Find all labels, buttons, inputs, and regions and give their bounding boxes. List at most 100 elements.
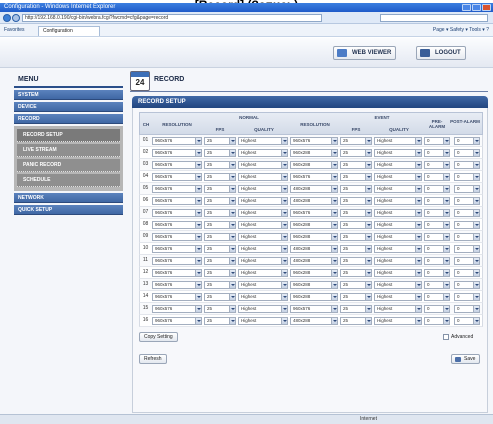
chevron-down-icon[interactable] — [229, 318, 235, 324]
e-fps-select[interactable]: 25 — [340, 293, 372, 301]
post-select[interactable]: 0 — [454, 245, 480, 253]
chevron-down-icon[interactable] — [443, 162, 449, 168]
chevron-down-icon[interactable] — [443, 282, 449, 288]
chevron-down-icon[interactable] — [365, 318, 371, 324]
chevron-down-icon[interactable] — [415, 150, 421, 156]
n-res-select[interactable]: 960x576 — [152, 257, 202, 265]
favorites-button[interactable]: Favorites — [4, 27, 25, 34]
n-q-select[interactable]: Highest — [238, 197, 288, 205]
chevron-down-icon[interactable] — [281, 174, 287, 180]
pre-select[interactable]: 0 — [424, 233, 450, 241]
n-fps-select[interactable]: 25 — [204, 149, 236, 157]
n-q-select[interactable]: Highest — [238, 305, 288, 313]
chevron-down-icon[interactable] — [365, 138, 371, 144]
n-q-select[interactable]: Highest — [238, 221, 288, 229]
chevron-down-icon[interactable] — [229, 306, 235, 312]
n-res-select[interactable]: 960x576 — [152, 137, 202, 145]
chevron-down-icon[interactable] — [443, 222, 449, 228]
chevron-down-icon[interactable] — [331, 186, 337, 192]
n-res-select[interactable]: 960x576 — [152, 269, 202, 277]
pre-select[interactable]: 0 — [424, 173, 450, 181]
n-res-select[interactable]: 960x576 — [152, 245, 202, 253]
n-res-select[interactable]: 960x576 — [152, 197, 202, 205]
chevron-down-icon[interactable] — [443, 150, 449, 156]
chevron-down-icon[interactable] — [229, 174, 235, 180]
pre-select[interactable]: 0 — [424, 269, 450, 277]
e-q-select[interactable]: Highest — [374, 149, 422, 157]
e-fps-select[interactable]: 25 — [340, 173, 372, 181]
n-res-select[interactable]: 960x576 — [152, 149, 202, 157]
post-select[interactable]: 0 — [454, 293, 480, 301]
chevron-down-icon[interactable] — [229, 282, 235, 288]
sidebar-item-quick-setup[interactable]: QUICK SETUP — [14, 205, 123, 215]
e-res-select[interactable]: 480x288 — [290, 185, 338, 193]
chevron-down-icon[interactable] — [195, 222, 201, 228]
e-fps-select[interactable]: 25 — [340, 209, 372, 217]
chevron-down-icon[interactable] — [195, 186, 201, 192]
chevron-down-icon[interactable] — [365, 222, 371, 228]
chevron-down-icon[interactable] — [415, 174, 421, 180]
chevron-down-icon[interactable] — [365, 294, 371, 300]
chevron-down-icon[interactable] — [229, 222, 235, 228]
chevron-down-icon[interactable] — [415, 162, 421, 168]
e-fps-select[interactable]: 25 — [340, 305, 372, 313]
chevron-down-icon[interactable] — [229, 198, 235, 204]
n-res-select[interactable]: 960x576 — [152, 173, 202, 181]
post-select[interactable]: 0 — [454, 221, 480, 229]
n-res-select[interactable]: 960x576 — [152, 221, 202, 229]
chevron-down-icon[interactable] — [443, 306, 449, 312]
sidebar-item-network[interactable]: NETWORK — [14, 193, 123, 203]
n-fps-select[interactable]: 25 — [204, 245, 236, 253]
chevron-down-icon[interactable] — [281, 138, 287, 144]
chevron-down-icon[interactable] — [473, 270, 479, 276]
search-input[interactable] — [380, 14, 488, 22]
n-fps-select[interactable]: 25 — [204, 197, 236, 205]
chevron-down-icon[interactable] — [331, 234, 337, 240]
sidebar-item-device[interactable]: DEVICE — [14, 102, 123, 112]
chevron-down-icon[interactable] — [415, 210, 421, 216]
n-fps-select[interactable]: 25 — [204, 161, 236, 169]
post-select[interactable]: 0 — [454, 281, 480, 289]
e-q-select[interactable]: Highest — [374, 317, 422, 325]
e-q-select[interactable]: Highest — [374, 173, 422, 181]
chevron-down-icon[interactable] — [443, 186, 449, 192]
chevron-down-icon[interactable] — [281, 270, 287, 276]
copy-setting-button[interactable]: Copy Setting — [139, 332, 178, 342]
chevron-down-icon[interactable] — [281, 198, 287, 204]
pre-select[interactable]: 0 — [424, 209, 450, 217]
n-q-select[interactable]: Highest — [238, 233, 288, 241]
e-res-select[interactable]: 480x288 — [290, 245, 338, 253]
e-q-select[interactable]: Highest — [374, 221, 422, 229]
e-res-select[interactable]: 960x288 — [290, 269, 338, 277]
chevron-down-icon[interactable] — [331, 258, 337, 264]
e-q-select[interactable]: Highest — [374, 245, 422, 253]
sidebar-item-record-setup[interactable]: RECORD SETUP — [17, 129, 120, 142]
n-res-select[interactable]: 960x576 — [152, 209, 202, 217]
chevron-down-icon[interactable] — [195, 150, 201, 156]
pre-select[interactable]: 0 — [424, 161, 450, 169]
advanced-checkbox[interactable] — [443, 334, 449, 340]
e-q-select[interactable]: Highest — [374, 209, 422, 217]
chevron-down-icon[interactable] — [229, 234, 235, 240]
n-q-select[interactable]: Highest — [238, 137, 288, 145]
pre-select[interactable]: 0 — [424, 137, 450, 145]
chevron-down-icon[interactable] — [331, 174, 337, 180]
chevron-down-icon[interactable] — [365, 246, 371, 252]
post-select[interactable]: 0 — [454, 317, 480, 325]
e-res-select[interactable]: 960x576 — [290, 209, 338, 217]
e-q-select[interactable]: Highest — [374, 197, 422, 205]
chevron-down-icon[interactable] — [365, 198, 371, 204]
n-fps-select[interactable]: 25 — [204, 305, 236, 313]
chevron-down-icon[interactable] — [195, 138, 201, 144]
n-q-select[interactable]: Highest — [238, 185, 288, 193]
chevron-down-icon[interactable] — [415, 222, 421, 228]
post-select[interactable]: 0 — [454, 137, 480, 145]
n-res-select[interactable]: 960x576 — [152, 233, 202, 241]
chevron-down-icon[interactable] — [281, 246, 287, 252]
chevron-down-icon[interactable] — [473, 294, 479, 300]
chevron-down-icon[interactable] — [195, 282, 201, 288]
e-res-select[interactable]: 960x576 — [290, 137, 338, 145]
chevron-down-icon[interactable] — [443, 318, 449, 324]
chevron-down-icon[interactable] — [281, 306, 287, 312]
pre-select[interactable]: 0 — [424, 185, 450, 193]
